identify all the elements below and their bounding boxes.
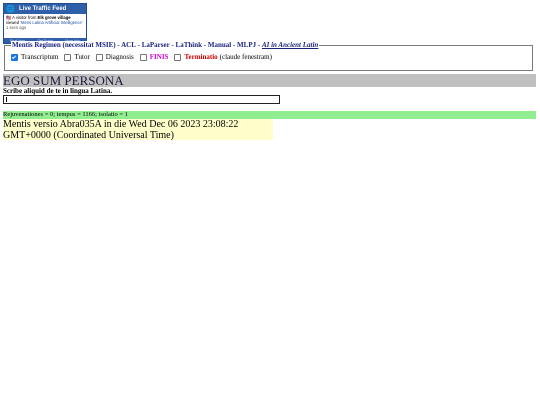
globe-icon: 🌐	[6, 5, 15, 13]
manual-link[interactable]: Manual	[208, 41, 231, 49]
ai-ancient-latin-link[interactable]: AI in Ancient Latin	[262, 41, 318, 49]
text-caret	[6, 97, 7, 102]
option-terminatio[interactable]: Terminatio (claude fenestram)	[174, 53, 272, 61]
regimen-legend: Mentis Regimen (necessitat MSIE) - ACL -…	[11, 41, 320, 50]
live-traffic-header: 🌐 Live Traffic Feed	[4, 4, 86, 14]
diagnosis-checkbox[interactable]	[95, 53, 103, 61]
time-ago: 1 secs ago	[6, 25, 27, 30]
terminatio-label: Terminatio	[184, 53, 218, 61]
diagnosis-label: Diagnosis	[105, 53, 134, 61]
lathink-link[interactable]: LaThink	[176, 41, 202, 49]
finis-label: FINIS	[149, 53, 169, 61]
status-line: Rejuvenationes = 0; tempus = 1166; isola…	[3, 111, 536, 119]
persona-heading: EGO SUM PERSONA	[3, 74, 536, 87]
live-traffic-widget: 🌐 Live Traffic Feed 🇺🇸 A visitor from El…	[3, 3, 87, 44]
finis-checkbox[interactable]	[139, 53, 147, 61]
regimen-title: Mentis Regimen (necessitat MSIE)	[12, 41, 116, 49]
tutor-checkbox[interactable]	[64, 53, 72, 61]
regimen-options: Transcriptum Tutor Diagnosis FINIS Termi…	[11, 53, 278, 61]
latin-input-field[interactable]	[3, 95, 280, 104]
laparser-link[interactable]: LaParser	[142, 41, 170, 49]
acl-link[interactable]: ACL	[121, 41, 136, 49]
version-info: Mentis versio Abra035A in die Wed Dec 06…	[3, 119, 273, 141]
option-diagnosis[interactable]: Diagnosis	[95, 53, 134, 61]
input-prompt: Scribe aliquid de te in lingua Latina.	[3, 87, 113, 95]
terminatio-checkbox[interactable]	[174, 53, 182, 61]
option-finis[interactable]: FINIS	[139, 53, 169, 61]
mentis-regimen-fieldset: Mentis Regimen (necessitat MSIE) - ACL -…	[4, 41, 533, 71]
terminatio-note: (claude fenestram)	[219, 53, 272, 61]
option-tutor[interactable]: Tutor	[64, 53, 90, 61]
transcriptum-checkbox[interactable]	[11, 53, 18, 61]
live-traffic-title: Live Traffic Feed	[19, 6, 67, 12]
transcriptum-label: Transcriptum	[21, 53, 59, 61]
option-transcriptum[interactable]: Transcriptum	[11, 53, 58, 61]
mlpj-link[interactable]: MLPJ	[237, 41, 256, 49]
viewed-page-link[interactable]: 'Mens Latina Artificial Intelligence'	[20, 20, 82, 25]
live-traffic-entry: 🇺🇸 A visitor from Elk grove village view…	[4, 14, 86, 38]
tutor-label: Tutor	[74, 53, 90, 61]
